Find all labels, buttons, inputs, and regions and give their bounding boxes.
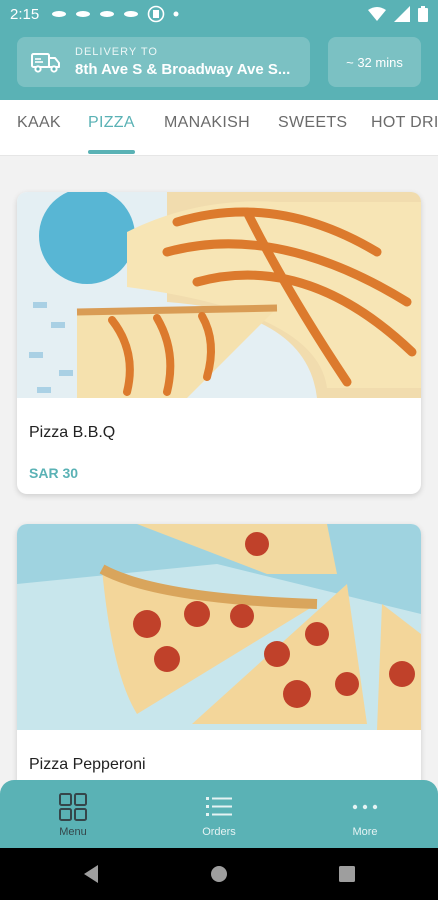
app-circle-icon xyxy=(147,5,165,23)
wifi-icon xyxy=(368,7,386,21)
product-name: Pizza Pepperoni xyxy=(29,756,146,773)
delivery-location-button[interactable]: DELIVERY TO 8th Ave S & Broadway Ave S..… xyxy=(17,37,310,87)
app-header: DELIVERY TO 8th Ave S & Broadway Ave S..… xyxy=(0,28,438,100)
home-icon[interactable] xyxy=(209,864,229,884)
back-icon[interactable] xyxy=(82,864,100,884)
notification-icon xyxy=(76,11,91,17)
grid-icon xyxy=(59,793,87,821)
nav-more-label: More xyxy=(352,826,378,838)
more-dots-icon xyxy=(352,804,378,810)
system-navigation-bar xyxy=(0,848,438,900)
list-icon xyxy=(206,797,232,816)
nav-more[interactable]: More xyxy=(292,780,438,848)
product-name: Pizza B.B.Q xyxy=(29,424,116,441)
dot-icon xyxy=(173,11,179,17)
product-card[interactable]: Pizza B.B.Q SAR 30 xyxy=(17,192,421,494)
product-price: SAR 30 xyxy=(29,465,79,481)
nav-orders-label: Orders xyxy=(202,826,236,838)
system-icons xyxy=(368,6,428,22)
notification-icon xyxy=(124,11,139,17)
nav-menu[interactable]: Menu xyxy=(0,780,146,848)
active-tab-indicator xyxy=(88,150,135,154)
notification-icon xyxy=(52,11,67,17)
delivery-address: 8th Ave S & Broadway Ave S... xyxy=(75,61,291,78)
product-image-bbq-pizza xyxy=(17,192,421,398)
delivery-eta[interactable]: ~ 32 mins xyxy=(328,37,421,87)
notification-icon xyxy=(100,11,115,17)
tab-manakish[interactable]: MANAKISH xyxy=(164,114,250,132)
category-tabs: KAAK PIZZA MANAKISH SWEETS HOT DRI xyxy=(0,100,438,156)
delivery-truck-icon xyxy=(31,53,60,73)
notification-icons xyxy=(51,5,179,23)
eta-text: ~ 32 mins xyxy=(346,54,403,70)
status-bar: 2:15 xyxy=(0,0,438,28)
delivery-label: DELIVERY TO xyxy=(75,46,158,58)
tab-hot-drinks[interactable]: HOT DRI xyxy=(371,114,438,132)
recents-icon[interactable] xyxy=(338,865,356,883)
nav-menu-label: Menu xyxy=(59,826,87,838)
nav-orders[interactable]: Orders xyxy=(146,780,292,848)
battery-icon xyxy=(418,6,428,22)
tab-pizza[interactable]: PIZZA xyxy=(88,114,135,132)
product-image-pepperoni-pizza xyxy=(17,524,421,730)
bottom-navigation: Menu Orders More xyxy=(0,780,438,848)
tab-sweets[interactable]: SWEETS xyxy=(278,114,347,132)
product-card[interactable]: Pizza Pepperoni xyxy=(17,524,421,824)
tab-kaak[interactable]: KAAK xyxy=(17,114,61,132)
status-time: 2:15 xyxy=(10,5,40,23)
cellular-signal-icon xyxy=(394,6,410,22)
